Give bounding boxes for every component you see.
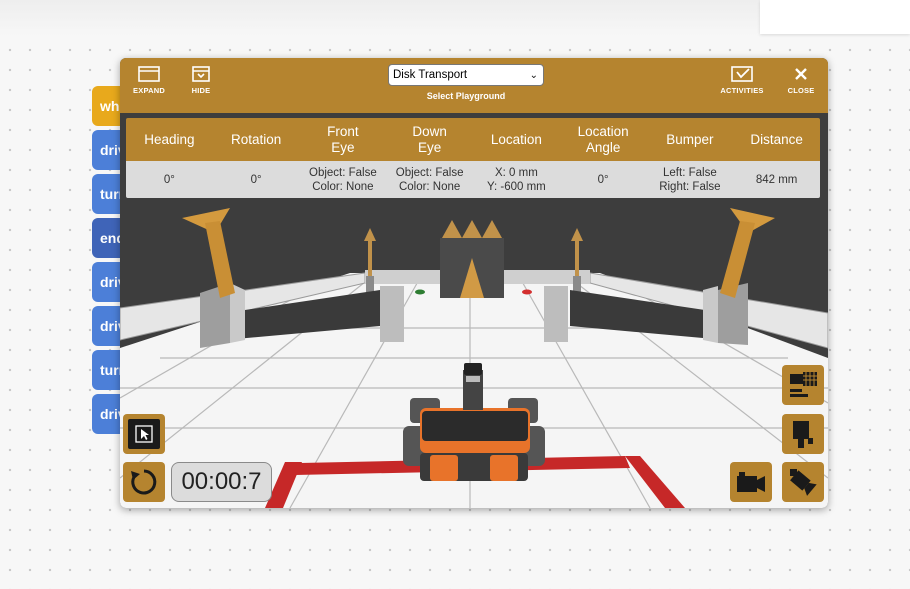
close-button[interactable]: CLOSE — [775, 66, 827, 95]
select-playground-caption: Select Playground — [426, 91, 506, 101]
camera-rotate-icon — [790, 469, 817, 496]
playground-select[interactable]: Disk Transport ⌄ — [388, 64, 544, 86]
reset-button[interactable] — [123, 462, 165, 502]
hide-button[interactable]: HIDE — [175, 66, 227, 95]
pointer-icon — [135, 425, 153, 443]
window-titlebar: EXPAND HIDE Disk Transport ⌄ Select Play… — [120, 58, 828, 113]
stats-header: Bumper — [666, 131, 714, 147]
stats-header: Rotation — [230, 131, 282, 147]
hide-label: HIDE — [191, 86, 211, 95]
camera-button[interactable] — [730, 462, 772, 502]
reset-icon — [131, 469, 157, 495]
sensor-stats-table: Heading Rotation Front Eye Down Eye Loca… — [126, 118, 820, 198]
activities-check-icon — [731, 66, 753, 82]
activities-label: ACTIVITIES — [720, 86, 764, 95]
expand-button[interactable]: EXPAND — [123, 66, 175, 95]
expand-icon — [138, 66, 160, 82]
elapsed-timer: 00:00:7 — [171, 462, 272, 502]
location-angle-value: 0° — [597, 173, 609, 186]
hide-icon — [192, 66, 210, 82]
stats-value-row: 0° 0° Object: False Color: None Object: … — [126, 161, 820, 198]
chevron-down-icon: ⌄ — [529, 70, 538, 81]
playground-select-value: Disk Transport — [393, 69, 468, 81]
grid-view-icon — [790, 372, 817, 397]
camera-icon — [737, 472, 765, 492]
stats-header: Location — [490, 131, 542, 147]
playground-window: EXPAND HIDE Disk Transport ⌄ Select Play… — [120, 58, 828, 508]
stats-header: Location Angle — [577, 123, 629, 155]
stats-header: Front Eye — [327, 123, 359, 155]
stats-header-row: Heading Rotation Front Eye Down Eye Loca… — [126, 118, 820, 161]
close-label: CLOSE — [787, 86, 815, 95]
stats-header: Distance — [750, 131, 803, 147]
heading-value: 0° — [163, 173, 175, 186]
rotation-value: 0° — [250, 173, 262, 186]
top-right-panel — [760, 0, 910, 34]
expand-label: EXPAND — [133, 86, 165, 95]
front-eye-value: Object: False Color: None — [309, 166, 377, 193]
activities-button[interactable]: ACTIVITIES — [715, 66, 769, 95]
distance-value: 842 mm — [755, 173, 798, 186]
playground-select-group: Disk Transport ⌄ Select Playground — [388, 64, 544, 101]
location-value: X: 0 mm Y: -600 mm — [486, 166, 546, 193]
down-eye-value: Object: False Color: None — [395, 166, 464, 193]
grid-view-button[interactable] — [782, 365, 824, 405]
stats-header: Heading — [144, 131, 195, 147]
pointer-button[interactable] — [123, 414, 165, 454]
robot-view-icon — [793, 421, 813, 448]
robot-view-button[interactable] — [782, 414, 824, 454]
close-icon — [795, 68, 807, 80]
bumper-value: Left: False Right: False — [659, 166, 721, 193]
stats-header: Down Eye — [412, 123, 447, 155]
camera-rotate-button[interactable] — [782, 462, 824, 502]
